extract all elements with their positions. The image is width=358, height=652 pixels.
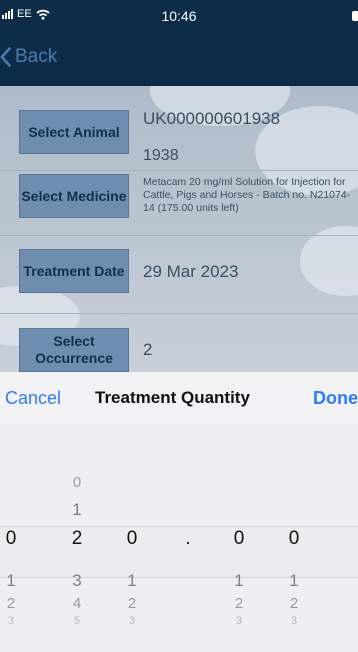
picker-value: 3 xyxy=(7,615,15,627)
picker-toolbar: Cancel Treatment Quantity Done xyxy=(0,372,358,424)
animal-id: UK000000601938 xyxy=(143,109,281,128)
picker-value: 3 xyxy=(128,615,136,627)
picker-value: 1 xyxy=(72,500,82,519)
picker-value: 4 xyxy=(72,595,82,612)
treatment-date-value: 29 Mar 2023 xyxy=(143,262,239,281)
animal-row: Select Animal UK000000601938 1938 xyxy=(0,86,358,172)
picker-column-2[interactable]: 0 1 2 3 4 5 xyxy=(62,424,92,652)
back-button[interactable]: Back xyxy=(0,46,57,68)
navigation-bar: Back xyxy=(0,34,358,86)
picker-value: 1 xyxy=(234,571,244,590)
picker-value: 1 xyxy=(289,571,299,590)
chevron-left-icon xyxy=(0,47,11,67)
occurrence-value: 2 xyxy=(143,340,153,359)
done-button[interactable]: Done xyxy=(313,388,358,409)
picker-column-6[interactable]: 0 1 2 3 xyxy=(279,424,309,652)
picker-value: 2 xyxy=(289,595,299,612)
picker-title: Treatment Quantity xyxy=(95,388,250,407)
treatment-form: Select Animal UK000000601938 1938 Select… xyxy=(0,86,358,372)
battery-icon xyxy=(352,11,358,21)
picker-value: 2 xyxy=(127,595,137,612)
picker-value: 3 xyxy=(72,571,82,590)
treatment-date-button[interactable]: Treatment Date xyxy=(19,249,129,293)
animal-tag: 1938 xyxy=(143,147,179,164)
picker-value: 2 xyxy=(6,595,16,612)
medicine-description: Metacam 20 mg/ml Solution for Injection … xyxy=(143,176,351,214)
picker-column-1[interactable]: 0 1 2 3 xyxy=(0,424,26,652)
picker-column-3[interactable]: 0 1 2 3 xyxy=(117,424,147,652)
picker-value: 3 xyxy=(235,615,243,627)
picker-selected-value: 0 xyxy=(5,528,17,549)
picker-column-5[interactable]: 0 1 2 3 xyxy=(224,424,254,652)
back-label: Back xyxy=(15,46,58,67)
picker-value: 0 xyxy=(72,474,82,491)
cancel-button[interactable]: Cancel xyxy=(5,388,61,409)
occurrence-row: Select Occurrence 2 xyxy=(0,314,358,372)
status-time: 10:46 xyxy=(161,8,197,24)
treatment-date-row: Treatment Date 29 Mar 2023 xyxy=(0,236,358,300)
picker-selected-value: . xyxy=(185,528,191,549)
picker-value: 1 xyxy=(127,571,137,590)
picker-value: 2 xyxy=(234,595,244,612)
quantity-picker[interactable]: 0 1 2 3 0 1 2 3 4 5 0 1 2 3. 0 1 2 3 0 1 2 3 xyxy=(0,424,358,652)
picker-selected-value: 0 xyxy=(233,528,245,549)
picker-value: 3 xyxy=(290,615,298,627)
medicine-row: Select Medicine Metacam 20 mg/ml Solutio… xyxy=(0,171,358,235)
picker-selected-value: 0 xyxy=(126,528,138,549)
picker-value: 1 xyxy=(6,571,16,590)
select-medicine-button[interactable]: Select Medicine xyxy=(19,174,129,218)
picker-selected-value: 2 xyxy=(71,528,83,549)
picker-column-4[interactable]: . xyxy=(173,424,203,652)
picker-value: 5 xyxy=(73,615,81,627)
treatment-quantity-picker-sheet: Cancel Treatment Quantity Done 0 1 2 3 0 1 2 3 4… xyxy=(0,372,358,652)
select-occurrence-button[interactable]: Select Occurrence xyxy=(19,328,129,372)
select-animal-button[interactable]: Select Animal xyxy=(19,110,129,154)
status-bar: EE 10:46 xyxy=(0,0,358,34)
picker-selected-value: 0 xyxy=(288,528,300,549)
